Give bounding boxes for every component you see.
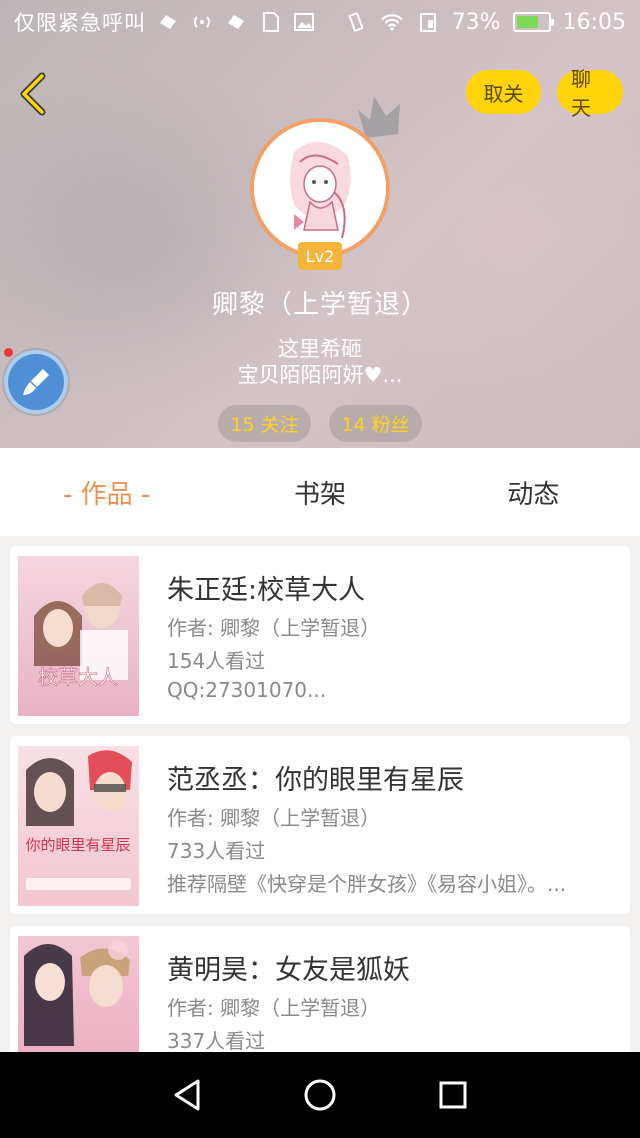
avatar[interactable] [250,118,390,258]
tab-works[interactable]: - 作品 - [0,474,213,511]
book-cover: 你的眼里有星辰 [18,746,139,906]
nav-home-button[interactable] [300,1075,340,1115]
following-count[interactable]: 15 关注 [218,405,311,442]
back-button[interactable] [14,70,54,118]
tab-activity[interactable]: 动态 [427,474,640,511]
work-author: 作者: 卿黎（上学暂退） [167,616,381,640]
notification-icon-2 [224,10,248,34]
works-list[interactable]: 校草大人 朱正廷:校草大人 作者: 卿黎（上学暂退） 154人看过 QQ:273… [0,536,640,1052]
work-title[interactable]: 朱正廷:校草大人 [167,568,365,607]
image-icon [292,10,316,34]
floating-brush-button[interactable] [4,350,68,414]
sd-card-icon [258,10,282,34]
hotspot-icon [190,10,214,34]
work-description: 推荐隔壁《快穿是个胖女孩》《易容小姐》。... [167,872,567,896]
unfollow-button[interactable]: 取关 [466,70,541,114]
sim-icon [416,10,440,34]
nav-recents-button[interactable] [433,1075,473,1115]
bio-line-1: 这里希砸 [278,337,362,361]
cover-title: 你的眼里有星辰 [25,836,130,854]
work-views: 154人看过 [167,649,266,673]
navigation-bar [0,1052,640,1138]
work-title[interactable]: 范丞丞：你的眼里有星辰 [167,758,464,797]
cover-title: 校草大人 [38,665,118,689]
user-bio: 这里希砸 宝贝陌陌阿妍♥... [0,336,640,388]
fans-count[interactable]: 14 粉丝 [329,405,422,442]
triangle-back-icon [174,1079,200,1111]
tab-bar: - 作品 - 书架 动态 [0,448,640,536]
chevron-left-icon [20,72,46,116]
carrier-text: 仅限紧急呼叫 [14,11,146,35]
notification-dot [4,348,13,357]
book-cover [18,936,139,1052]
work-views: 733人看过 [167,839,266,863]
circle-home-icon [304,1079,336,1111]
level-badge: Lv2 [298,242,342,270]
notification-icon [156,10,180,34]
brush-icon [23,369,49,395]
battery-percent: 73% [451,9,501,35]
status-bar: 仅限紧急呼叫 73% 16:05 [0,0,640,44]
work-views: 337人看过 [167,1029,266,1052]
avatar-illustration [254,122,386,254]
list-item[interactable]: 黄明昊：女友是狐妖 作者: 卿黎（上学暂退） 337人看过 [10,926,630,1052]
wifi-icon [380,10,404,34]
bio-line-2: 宝贝陌陌阿妍♥... [237,363,403,387]
chat-button[interactable]: 聊天 [557,67,623,120]
work-author: 作者: 卿黎（上学暂退） [167,806,381,830]
username: 卿黎（上学暂退） [211,290,428,320]
work-title[interactable]: 黄明昊：女友是狐妖 [167,948,410,987]
list-item[interactable]: 校草大人 朱正廷:校草大人 作者: 卿黎（上学暂退） 154人看过 QQ:273… [10,546,630,724]
square-recents-icon [439,1081,467,1109]
battery-icon [512,12,554,32]
work-author: 作者: 卿黎（上学暂退） [167,996,381,1020]
clock: 16:05 [562,9,626,35]
list-item[interactable]: 你的眼里有星辰 范丞丞：你的眼里有星辰 作者: 卿黎（上学暂退） 733人看过 … [10,736,630,914]
book-cover: 校草大人 [18,556,139,716]
work-description: QQ:27301070... [167,678,327,702]
vibrate-icon [344,10,368,34]
nav-back-button[interactable] [167,1075,207,1115]
tab-bookshelf[interactable]: 书架 [213,474,426,511]
